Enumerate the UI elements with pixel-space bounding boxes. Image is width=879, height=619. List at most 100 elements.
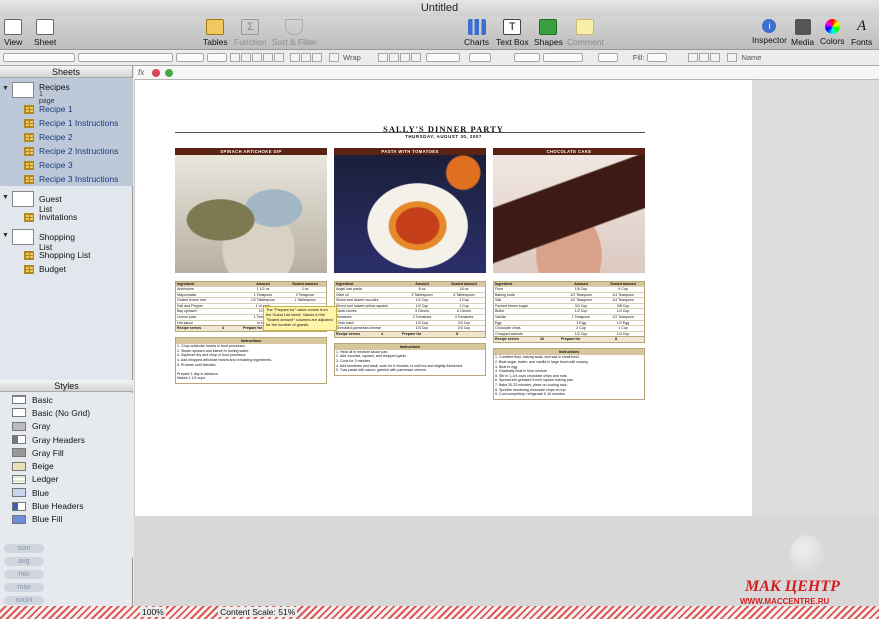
table-cell[interactable]: 1/3 Cup [401,326,443,331]
table-row[interactable]: Flour 1/8 Cup 9 Cup [494,286,644,292]
table-row[interactable]: Packed brown sugar 3/4 Cup 3/8 Cup [494,302,644,309]
style-item-basic-no-grid[interactable]: Basic (No Grid) [0,406,133,419]
table-cell[interactable]: 3 Cloves [401,309,443,314]
align-center-button[interactable] [241,53,251,62]
table-row[interactable]: Tomatoes 2 Tomatoes 4 Tomatoes [335,313,485,320]
table-cell[interactable]: Tomatoes [335,315,401,320]
table-cell[interactable]: 1/2 Egg [602,321,644,326]
table-item-shopping-list[interactable]: Shopping List [24,248,91,262]
instructions-table[interactable]: Instructions 1. Heat oil in medium sauce … [334,342,486,376]
format-percent-button[interactable] [399,53,410,62]
sheet-button[interactable]: Sheet [34,19,56,47]
fill-color-well[interactable] [647,53,668,62]
charts-button[interactable]: Charts [464,19,489,47]
table-cell[interactable]: Olive oil [335,293,401,298]
table-item-recipe-1-instructions[interactable]: Recipe 1 Instructions [24,116,118,130]
function-button[interactable]: Σ Function [234,19,267,47]
table-cell[interactable]: Grated lemon rind [176,298,242,303]
table-cell[interactable]: 2 Teaspoon [284,293,326,298]
accept-icon[interactable] [164,68,173,77]
cancel-icon[interactable] [152,68,161,77]
valign-middle-button[interactable] [301,53,311,62]
disclosure-triangle-icon[interactable]: ▼ [2,85,9,92]
tables-button[interactable]: Tables [203,19,228,47]
footer-cell[interactable]: Prepare for [560,337,614,342]
instructions-table[interactable]: Instructions 1. Combine flour, baking sod… [493,348,645,400]
sum-pill[interactable]: sum [4,544,44,553]
table-row[interactable]: Chocolate chips 2 Cup 1 Cup [494,325,644,331]
table-cell[interactable]: 1/4 Cup [602,332,644,337]
instruction-line[interactable]: 9. Cool completely; refrigerate 5-10 min… [494,392,644,397]
table-cell[interactable]: 1/8 Cup [560,287,602,292]
footer-cell[interactable]: 4 [380,332,401,337]
table-row[interactable]: Artichokes 1 1/2 oz 3 oz [176,286,326,292]
style-item-blue[interactable]: Blue [0,486,133,499]
inspector-button[interactable]: i Inspector [752,19,787,45]
footer-cell[interactable]: Recipe serves [494,337,539,342]
align-justify-button[interactable] [263,53,273,62]
valign-bottom-button[interactable] [312,53,322,62]
document-page[interactable]: SALLY'S DINNER PARTY THURSDAY, AUGUST 30… [135,80,752,516]
table-cell[interactable]: 1 Cup [443,304,485,309]
table-cell[interactable]: 3/4 Cup [560,304,602,309]
table-cell[interactable]: 1 Egg [560,321,602,326]
table-row[interactable]: Baking soda 1/2 Teaspoon 1/4 Teaspoon [494,291,644,298]
table-cell[interactable]: Flour [494,287,560,292]
table-item-recipe-1[interactable]: Recipe 1 [24,102,73,116]
style-item-ledger[interactable]: Ledger [0,473,133,486]
table-cell[interactable]: 2/3 Cup [443,321,485,326]
table-cell[interactable]: 1 Cup [443,298,485,303]
table-row[interactable]: Chopped walnuts 1/2 Cup 1/4 Cup [494,330,644,337]
zoom-popup[interactable]: 100% [140,607,166,617]
border-style-popup[interactable] [513,53,540,62]
table-cell[interactable]: 1 Cup [602,326,644,331]
align-auto-button[interactable] [274,53,284,62]
format-currency-button[interactable] [388,53,399,62]
table-cell[interactable]: Artichokes [176,287,242,292]
table-item-recipe-3-instructions[interactable]: Recipe 3 Instructions [24,172,118,186]
footer-cell[interactable]: Recipe serves [335,332,380,337]
table-row[interactable]: Fresh basil 1/3 Cup 2/3 Cup [335,319,485,326]
border-width-popup[interactable] [542,53,583,62]
count-pill[interactable]: count [4,596,44,605]
table-row[interactable]: Butter 1/2 Cup 1/4 Cup [494,308,644,314]
table-cell[interactable]: 1/2 Tablespoon [242,298,284,303]
format-number-button[interactable] [377,53,388,62]
table-cell[interactable]: 1 1/2 oz [242,287,284,292]
table-cell[interactable]: Sliced and halved yellow squash [335,304,401,309]
min-pill[interactable]: min [4,570,44,579]
disclosure-triangle-icon[interactable]: ▼ [2,194,9,201]
avg-pill[interactable]: avg [4,557,44,566]
table-cell[interactable]: 1/2 Cup [560,332,602,337]
table-cell[interactable]: 1/2 Cup [560,309,602,314]
disclosure-triangle-icon[interactable]: ▼ [2,232,9,239]
table-cell[interactable]: Lemon juice [176,315,242,320]
style-item-beige[interactable]: Beige [0,459,133,472]
table-cell[interactable]: 8 oz [401,287,443,292]
table-cell[interactable]: Fresh basil [335,321,401,326]
text-box-button[interactable]: T Text Box [496,19,529,47]
table-cell[interactable]: Butter [494,309,560,314]
table-cell[interactable]: Salt and Pepper [176,304,242,309]
table-row[interactable]: Vanilla 1 Teaspoon 1/2 Teaspoon [494,313,644,320]
text-color-well[interactable] [468,53,491,62]
table-cell[interactable]: 2 Tomatoes [401,315,443,320]
style-item-gray-fill[interactable]: Gray Fill [0,446,133,459]
style-item-gray[interactable]: Gray [0,420,133,433]
footer-cell[interactable]: Recipe serves [176,326,221,331]
instruction-line[interactable]: Makes 2 1/2 cups [176,376,326,381]
font-style-popup[interactable] [176,53,204,62]
table-cell[interactable]: 1/4 Cup [602,309,644,314]
style-item-blue-headers[interactable]: Blue Headers [0,499,133,512]
table-cell[interactable]: 1/2 Teaspoon [602,315,644,320]
table-cell[interactable]: 6 Cloves [443,309,485,314]
table-cell[interactable]: Vanilla [494,315,560,320]
font-size-field[interactable] [207,53,227,62]
comment-button[interactable]: Comment [567,19,604,47]
decimals-control[interactable] [425,53,460,62]
table-cell[interactable]: 3 oz [284,287,326,292]
table-cell[interactable]: 1/2 Teaspoon [560,298,602,303]
valign-top-button[interactable] [290,53,300,62]
table-row[interactable]: Sliced and halved zucchini 1/2 Cup 1 Cup [335,297,485,303]
footer-cell[interactable]: Prepare for [401,332,455,337]
